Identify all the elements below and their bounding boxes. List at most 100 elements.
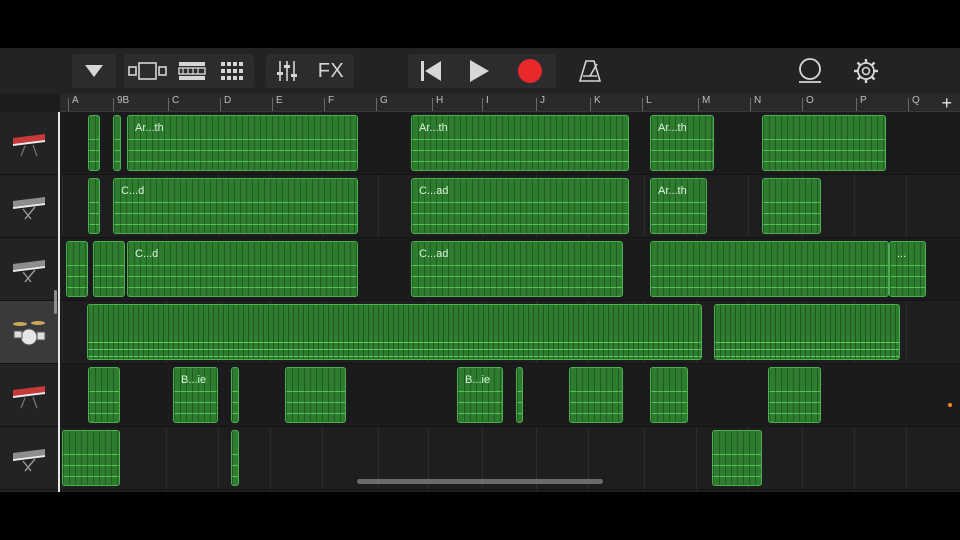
- midi-region[interactable]: Ar...th: [650, 178, 707, 234]
- midi-region[interactable]: B...ie: [173, 367, 218, 423]
- section-marker[interactable]: N: [754, 95, 761, 106]
- midi-region[interactable]: [762, 115, 886, 171]
- metronome-button[interactable]: [568, 54, 612, 88]
- midi-region[interactable]: Ar...th: [127, 115, 358, 171]
- midi-region[interactable]: Ar...th: [650, 115, 714, 171]
- record-button[interactable]: [504, 54, 556, 88]
- midi-region[interactable]: [650, 367, 688, 423]
- midi-region[interactable]: C...d: [113, 178, 358, 234]
- section-marker[interactable]: D: [224, 95, 231, 106]
- settings-button[interactable]: [844, 54, 888, 88]
- track-header-6[interactable]: [0, 427, 58, 490]
- transport-controls: [408, 54, 556, 88]
- region-label: C...d: [121, 185, 145, 197]
- loop-icon: [799, 58, 821, 83]
- section-marker[interactable]: C: [172, 95, 179, 106]
- track-header-5[interactable]: [0, 364, 58, 427]
- section-marker[interactable]: O: [806, 95, 814, 106]
- drum-kit-icon: [13, 321, 46, 346]
- ruler-tick: [168, 98, 169, 111]
- midi-region[interactable]: [93, 241, 125, 297]
- track-lane-4[interactable]: [62, 301, 960, 364]
- track-header-2[interactable]: [0, 175, 58, 238]
- region-label: Ar...th: [658, 185, 687, 197]
- midi-region[interactable]: [66, 241, 88, 297]
- grid-button[interactable]: [212, 54, 252, 88]
- add-section-button[interactable]: +: [941, 94, 952, 112]
- track-lane-3[interactable]: C...d C...ad...: [62, 238, 960, 301]
- rewind-button[interactable]: [408, 54, 454, 88]
- track-header-4[interactable]: [0, 301, 58, 364]
- fx-button[interactable]: FX: [308, 54, 354, 88]
- track-header-1[interactable]: [0, 112, 58, 175]
- resize-handle[interactable]: [54, 290, 57, 314]
- midi-region[interactable]: C...d: [127, 241, 358, 297]
- midi-region[interactable]: [231, 367, 239, 423]
- region-label: C...ad: [419, 248, 449, 260]
- red-keyboard-icon: [13, 134, 45, 157]
- midi-region[interactable]: [62, 430, 120, 486]
- midi-region[interactable]: C...ad: [411, 241, 623, 297]
- midi-region[interactable]: [87, 304, 702, 360]
- region-label: C...d: [135, 248, 159, 260]
- region-label: Ar...th: [135, 122, 164, 134]
- loop-browser-button[interactable]: [788, 54, 832, 88]
- track-lane-2[interactable]: C...d C...ad Ar...th: [62, 175, 960, 238]
- midi-region[interactable]: [712, 430, 762, 486]
- view-toggle-icon: [128, 62, 167, 80]
- section-marker[interactable]: J: [540, 95, 545, 106]
- section-marker[interactable]: L: [646, 95, 652, 106]
- midi-region[interactable]: [231, 430, 239, 486]
- midi-region[interactable]: B...ie: [457, 367, 503, 423]
- ruler-tick: [220, 98, 221, 111]
- play-button[interactable]: [454, 54, 504, 88]
- midi-region[interactable]: [516, 367, 523, 423]
- ruler-tick: [750, 98, 751, 111]
- track-lane-5[interactable]: B...ie B...ie: [62, 364, 960, 427]
- garageband-tracks-view: FX A 9B C D E F G H I J K L M N O P Q + …: [0, 48, 960, 492]
- dropdown-icon: [85, 65, 103, 77]
- red-keyboard-icon: [13, 386, 45, 409]
- horizontal-scrollbar[interactable]: [357, 479, 603, 484]
- section-marker[interactable]: K: [594, 95, 601, 106]
- section-marker[interactable]: 9B: [117, 95, 129, 106]
- midi-region[interactable]: [88, 115, 100, 171]
- midi-region[interactable]: Ar...th: [411, 115, 629, 171]
- section-marker[interactable]: F: [328, 95, 334, 106]
- section-marker[interactable]: M: [702, 95, 710, 106]
- dropdown-button[interactable]: [72, 54, 116, 88]
- region-label: ...: [897, 248, 907, 260]
- track-header-3[interactable]: [0, 238, 58, 301]
- section-marker[interactable]: E: [276, 95, 283, 106]
- track-lane-1[interactable]: Ar...th Ar...th Ar...th: [62, 112, 960, 175]
- midi-region[interactable]: [113, 115, 121, 171]
- ruler-tick: [113, 98, 114, 111]
- midi-region[interactable]: [768, 367, 821, 423]
- ruler-tick: [908, 98, 909, 111]
- midi-region[interactable]: [88, 367, 120, 423]
- section-marker[interactable]: I: [486, 95, 489, 106]
- section-marker[interactable]: P: [860, 95, 867, 106]
- ruler-tick: [698, 98, 699, 111]
- midi-region[interactable]: [762, 178, 821, 234]
- mixer-button[interactable]: [266, 54, 308, 88]
- section-marker[interactable]: G: [380, 95, 388, 106]
- tracks-view-icon: [178, 62, 206, 80]
- timeline-ruler[interactable]: A 9B C D E F G H I J K L M N O P Q: [60, 94, 960, 112]
- section-marker[interactable]: Q: [912, 95, 920, 106]
- tracks-view-button[interactable]: [172, 54, 212, 88]
- midi-region[interactable]: ...: [889, 241, 926, 297]
- section-marker[interactable]: A: [72, 95, 79, 106]
- midi-region[interactable]: [569, 367, 623, 423]
- view-toggle-button[interactable]: [124, 54, 172, 88]
- rewind-icon: [421, 61, 441, 81]
- section-marker[interactable]: H: [436, 95, 443, 106]
- midi-region[interactable]: [650, 241, 889, 297]
- midi-region[interactable]: [88, 178, 100, 234]
- midi-region[interactable]: [714, 304, 900, 360]
- ruler-tick: [642, 98, 643, 111]
- fx-icon: FX: [317, 59, 345, 82]
- midi-region[interactable]: C...ad: [411, 178, 629, 234]
- midi-region[interactable]: [285, 367, 346, 423]
- track-headers: [0, 112, 60, 492]
